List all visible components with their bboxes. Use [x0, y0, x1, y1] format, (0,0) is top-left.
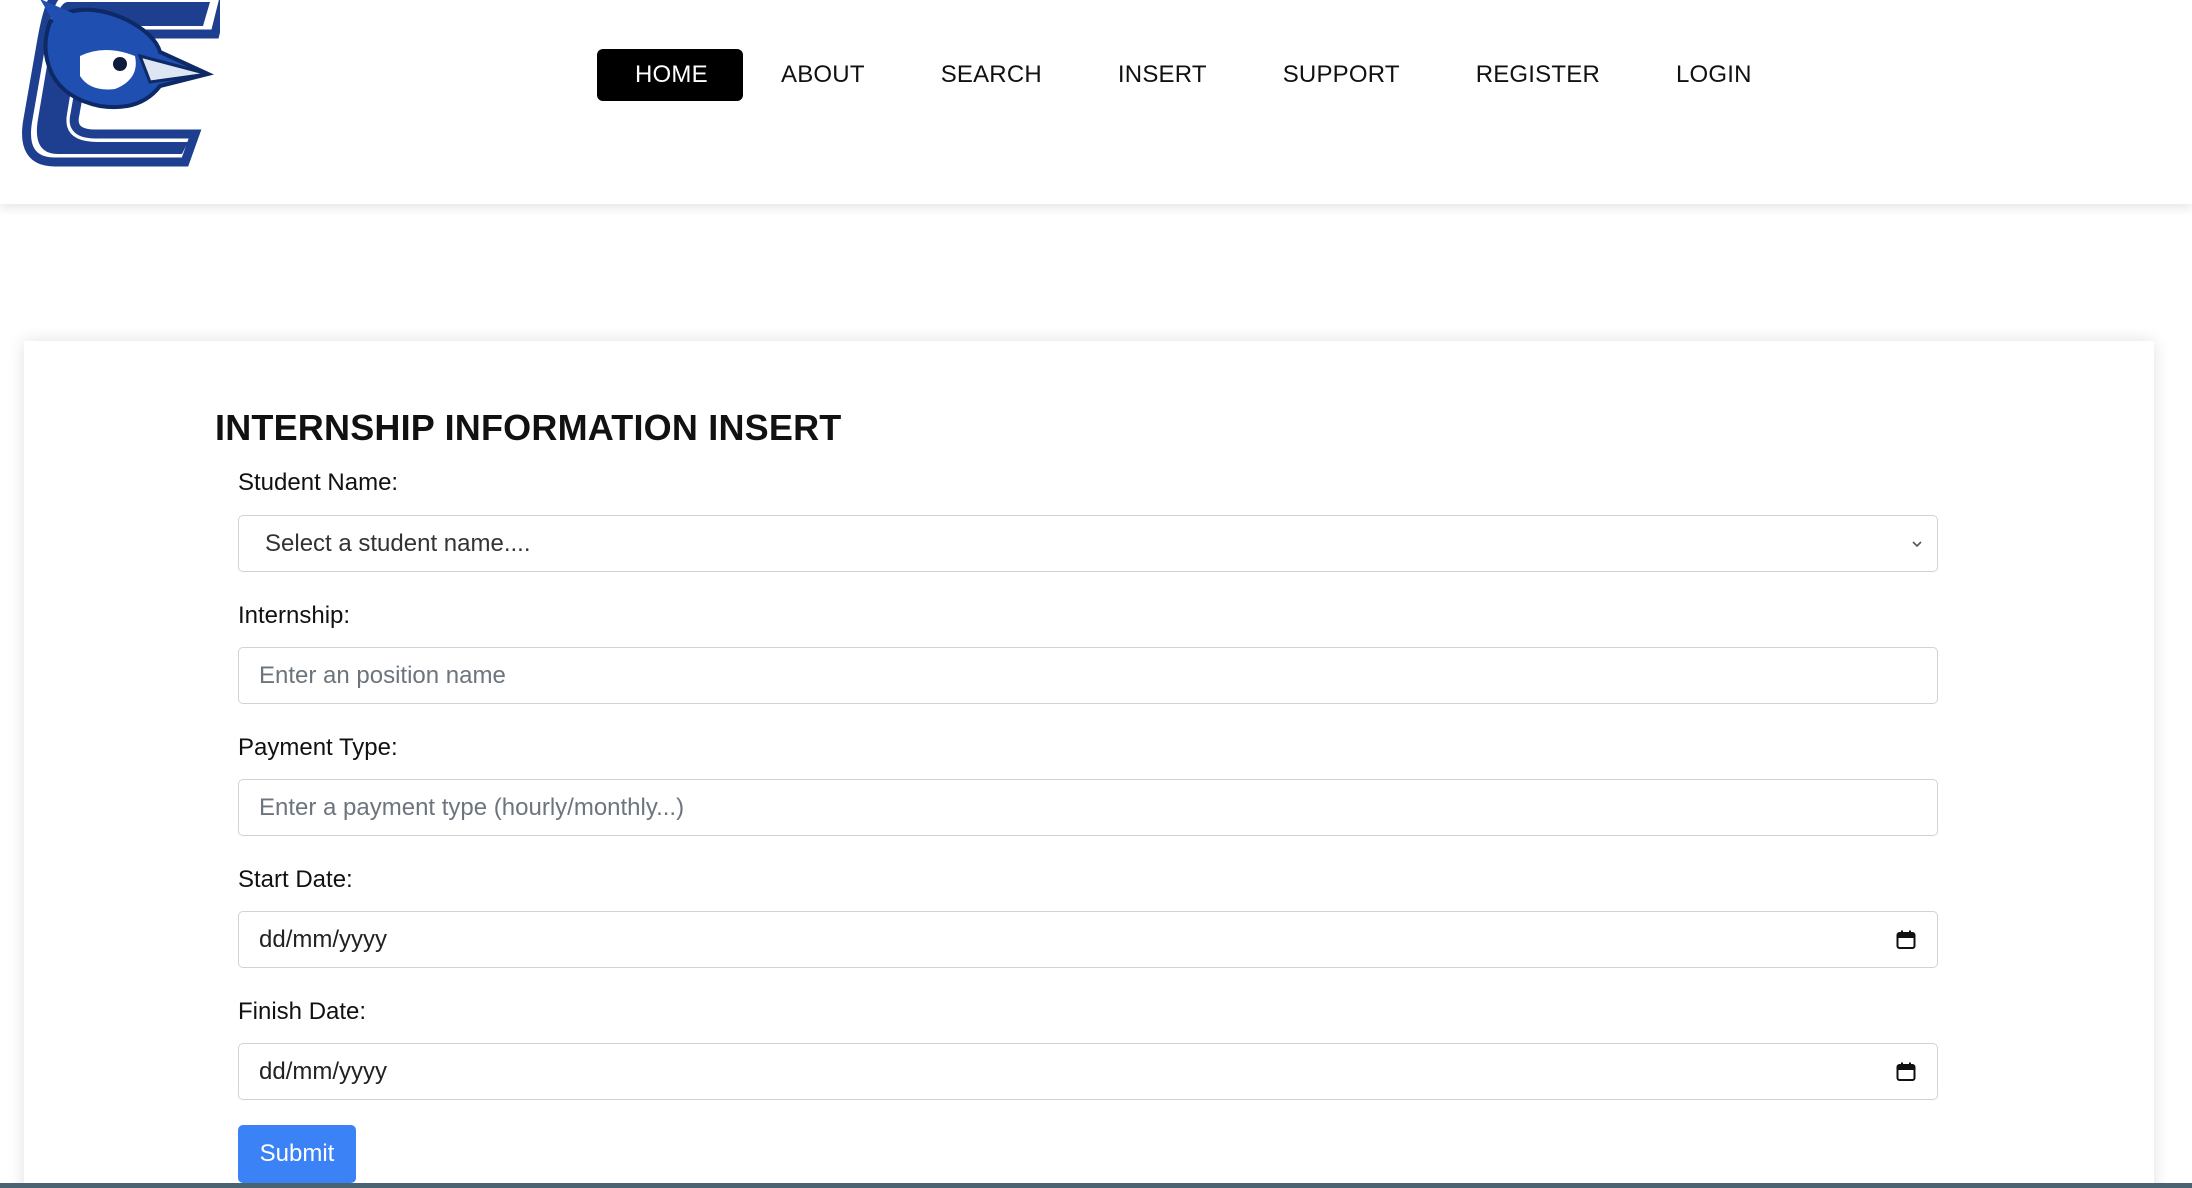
site-header: HOME ABOUT SEARCH INSERT SUPPORT REGISTE…: [0, 0, 2192, 204]
calendar-icon[interactable]: [1895, 1061, 1917, 1083]
start-date-placeholder: dd/mm/yyyy: [259, 925, 388, 953]
nav-about[interactable]: ABOUT: [743, 49, 903, 101]
calendar-icon[interactable]: [1895, 929, 1917, 951]
page: HOME ABOUT SEARCH INSERT SUPPORT REGISTE…: [0, 0, 2192, 1183]
form-title: INTERNSHIP INFORMATION INSERT: [215, 407, 842, 448]
finish-date-input[interactable]: dd/mm/yyyy: [238, 1043, 1938, 1100]
submit-button[interactable]: Submit: [238, 1125, 356, 1183]
nav-insert[interactable]: INSERT: [1080, 49, 1245, 101]
nav-register[interactable]: REGISTER: [1438, 49, 1638, 101]
internship-input[interactable]: [238, 647, 1938, 704]
insert-form-card: INTERNSHIP INFORMATION INSERT Student Na…: [24, 341, 2154, 1183]
finish-date-label: Finish Date:: [238, 998, 367, 1025]
chevron-down-icon: [1912, 540, 1922, 547]
payment-type-label: Payment Type:: [238, 734, 398, 761]
bluejay-logo-icon[interactable]: [20, 0, 220, 174]
nav-support[interactable]: SUPPORT: [1245, 49, 1438, 101]
nav-home[interactable]: HOME: [597, 49, 743, 101]
internship-label: Internship:: [238, 602, 351, 629]
start-date-label: Start Date:: [238, 866, 353, 893]
student-name-select[interactable]: Select a student name....: [238, 515, 1938, 572]
nav-search[interactable]: SEARCH: [903, 49, 1080, 101]
payment-type-input[interactable]: [238, 779, 1938, 836]
finish-date-placeholder: dd/mm/yyyy: [259, 1057, 388, 1085]
nav-login[interactable]: LOGIN: [1638, 49, 1790, 101]
student-name-selected: Select a student name....: [265, 529, 531, 557]
student-name-label: Student Name:: [238, 469, 399, 496]
main-nav: HOME ABOUT SEARCH INSERT SUPPORT REGISTE…: [597, 49, 1790, 101]
start-date-input[interactable]: dd/mm/yyyy: [238, 911, 1938, 968]
